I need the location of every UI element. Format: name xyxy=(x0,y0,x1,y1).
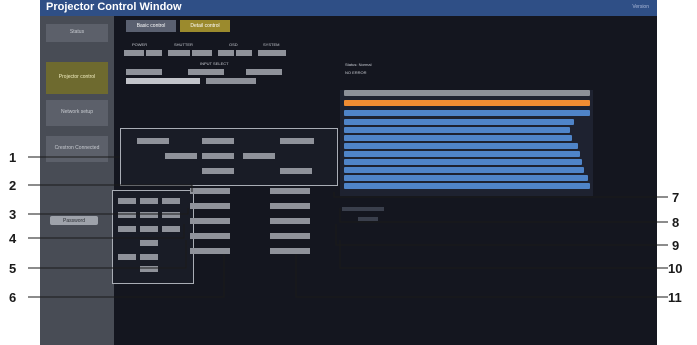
callout-line-10 xyxy=(339,240,668,269)
callout-label-8: 8 xyxy=(672,215,680,230)
callout-lines xyxy=(28,156,668,298)
callout-line-5 xyxy=(28,240,187,269)
callout-line-9 xyxy=(335,224,668,246)
callout-line-3 xyxy=(28,208,189,215)
callout-label-2: 2 xyxy=(9,178,17,193)
callout-label-9: 9 xyxy=(672,238,680,253)
callout-line-4 xyxy=(28,224,185,239)
callout-line-2 xyxy=(28,184,193,192)
callout-line-8 xyxy=(339,208,668,223)
callout-label-3: 3 xyxy=(9,207,17,222)
callout-label-4: 4 xyxy=(9,231,17,246)
callout-label-7: 7 xyxy=(672,190,680,205)
callout-label-1: 1 xyxy=(9,150,17,165)
callout-line-6 xyxy=(28,254,225,298)
callout-label-5: 5 xyxy=(9,261,17,276)
callout-label-6: 6 xyxy=(9,290,17,305)
callout-line-7 xyxy=(333,192,668,198)
callout-line-11 xyxy=(295,254,668,298)
callout-label-10: 10 xyxy=(668,261,683,276)
callout-label-11: 11 xyxy=(668,290,682,305)
